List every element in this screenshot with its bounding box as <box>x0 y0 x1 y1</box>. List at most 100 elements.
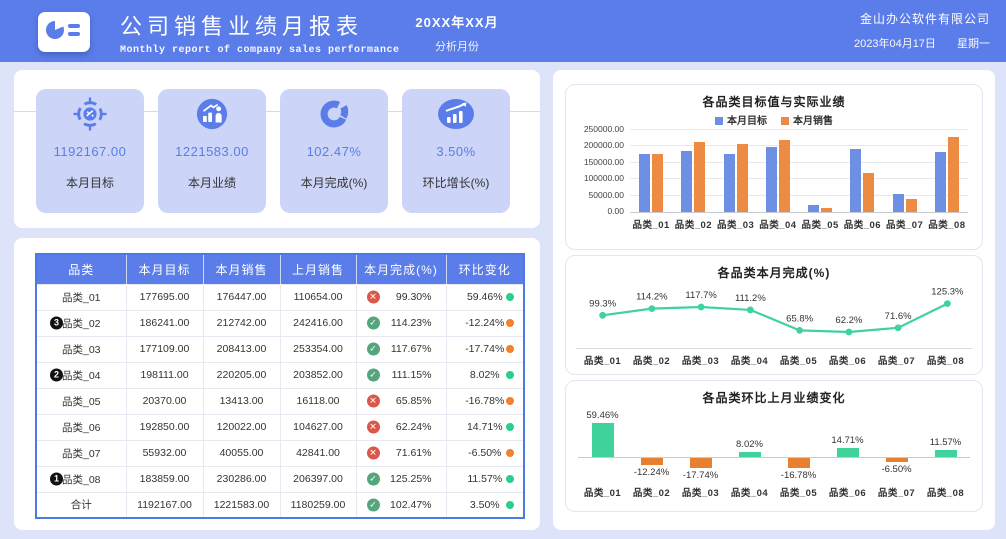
last-month-cell: 242416.00 <box>280 310 356 336</box>
bar-本月销售 <box>863 173 874 212</box>
mom-change-cell: -17.74% <box>446 336 524 362</box>
bar-value-label: 59.46% <box>586 410 618 421</box>
table-header-row: 品类本月目标本月销售上月销售本月完成(%)环比变化 <box>36 254 524 284</box>
legend-item-sales: 本月销售 <box>781 112 833 127</box>
dot-up-icon <box>506 501 514 509</box>
completion-cell: ✕99.30% <box>356 284 446 310</box>
medal-rank-icon: 2 <box>50 369 63 382</box>
positive-bar <box>935 450 957 457</box>
x-axis-label: 品类_05 <box>774 485 823 499</box>
x-axis-label: 品类_07 <box>872 485 921 499</box>
company-block: 金山办公软件有限公司 2023年04月17日 星期一 <box>836 10 990 51</box>
target-cell: 186241.00 <box>126 310 203 336</box>
completion-cell: ✓125.25% <box>356 466 446 492</box>
y-axis-tick-label: 0.00 <box>607 206 624 216</box>
donut-chart-icon <box>280 96 388 132</box>
mom-bar-column: -16.78%品类_05 <box>774 405 823 501</box>
kpi-card-2: 1221583.00本月业绩 <box>158 89 266 213</box>
completion-cell: ✕62.24% <box>356 414 446 440</box>
table-total-row: 合计1192167.001221583.001180259.00✓102.47%… <box>36 492 524 518</box>
sales-cell: 220205.00 <box>203 362 280 388</box>
x-axis-label: 品类_01 <box>630 217 672 231</box>
chart3-plot-area: 59.46%品类_01-12.24%品类_02-17.74%品类_038.02%… <box>578 405 970 501</box>
check-circle-icon: ✓ <box>367 369 380 382</box>
x-axis-label: 品类_04 <box>725 485 774 499</box>
mom-change-cell: 3.50% <box>446 492 524 518</box>
data-point-marker <box>599 312 606 319</box>
charts-panel: 各品类目标值与实际业绩 本月目标 本月销售 0.0050000.00100000… <box>553 70 995 530</box>
data-point-marker <box>944 300 951 307</box>
table-row: 品类_0755932.0040055.0042841.00✕71.61%-6.5… <box>36 440 524 466</box>
target-cell: 192850.00 <box>126 414 203 440</box>
header-bar: 公司销售业绩月报表 Monthly report of company sale… <box>0 0 1006 62</box>
mom-change-cell: 11.57% <box>446 466 524 492</box>
bar-本月销售 <box>779 140 790 212</box>
chart-mom-change: 各品类环比上月业绩变化 59.46%品类_01-12.24%品类_02-17.7… <box>565 380 983 512</box>
category-name: 品类_01 <box>62 292 101 304</box>
category-cell: 品类_01 <box>36 284 126 310</box>
y-axis-tick-label: 50000.00 <box>589 190 624 200</box>
bar-本月销售 <box>652 154 663 212</box>
negative-bar <box>886 458 908 462</box>
mom-value: 11.57% <box>467 473 502 485</box>
kpi-panel: 1192167.00 本月目标 1221583.00本月业绩102.47%本月完成(… <box>14 70 540 228</box>
column-header: 本月完成(%) <box>356 254 446 284</box>
table-panel: 品类本月目标本月销售上月销售本月完成(%)环比变化 品类_01 177695.00… <box>14 238 540 530</box>
chart-target-vs-actual: 各品类目标值与实际业绩 本月目标 本月销售 0.0050000.00100000… <box>565 84 983 250</box>
kpi-value: 1192167.00 <box>36 144 144 159</box>
last-month-cell: 253354.00 <box>280 336 356 362</box>
kpi-card-1: 1192167.00 本月目标 <box>36 89 144 213</box>
sales-cell: 212742.00 <box>203 310 280 336</box>
x-axis-label: 品类_06 <box>823 485 872 499</box>
x-axis-label: 品类_04 <box>725 353 774 367</box>
check-circle-icon: ✓ <box>367 343 380 356</box>
category-cell: 品类_05 <box>36 388 126 414</box>
bar-本月目标 <box>808 205 819 212</box>
category-name: 品类_05 <box>62 396 101 408</box>
data-point-label: 62.2% <box>835 315 862 326</box>
target-icon <box>36 96 144 132</box>
mom-value: -12.24% <box>465 317 504 329</box>
mom-bar-column: 11.57%品类_08 <box>921 405 970 501</box>
table-row: 3品类_02186241.00212742.00242416.00✓114.23… <box>36 310 524 336</box>
data-point-label: 117.7% <box>685 290 717 301</box>
sales-table: 品类本月目标本月销售上月销售本月完成(%)环比变化 品类_01 177695.00… <box>35 253 525 519</box>
target-cell: 177695.00 <box>126 284 203 310</box>
bar-本月目标 <box>935 152 946 212</box>
data-point-label: 125.3% <box>931 287 964 298</box>
kpi-label: 本月目标 <box>36 174 144 191</box>
table-row: 品类_01177695.00176447.00110654.00✕99.30%5… <box>36 284 524 310</box>
bar-group <box>757 131 799 212</box>
x-circle-icon: ✕ <box>367 447 380 460</box>
weekday-value: 星期一 <box>957 38 990 50</box>
bar-本月销售 <box>694 142 705 212</box>
data-point-label: 71.6% <box>885 311 912 322</box>
kpi-value: 102.47% <box>280 144 388 159</box>
sales-cell: 13413.00 <box>203 388 280 414</box>
category-name: 合计 <box>71 499 92 511</box>
mom-value: 59.46% <box>467 291 503 303</box>
header-titles: 公司销售业绩月报表 Monthly report of company sale… <box>120 9 400 56</box>
kpi-card-3: 102.47%本月完成(%) <box>280 89 388 213</box>
bar-group <box>884 131 926 212</box>
bar-本月目标 <box>639 154 650 212</box>
data-point-marker <box>698 304 705 311</box>
x-axis-label: 品类_05 <box>799 217 841 231</box>
bar-group <box>841 131 883 212</box>
y-axis-tick-label: 250000.00 <box>584 124 624 134</box>
mom-change-cell: 14.71% <box>446 414 524 440</box>
last-month-cell: 104627.00 <box>280 414 356 440</box>
column-header: 上月销售 <box>280 254 356 284</box>
medal-rank-icon: 1 <box>50 473 63 486</box>
bar-本月目标 <box>681 151 692 212</box>
target-cell: 198111.00 <box>126 362 203 388</box>
bar-value-label: -17.74% <box>683 470 718 481</box>
target-cell: 20370.00 <box>126 388 203 414</box>
x-axis-label: 品类_03 <box>676 353 725 367</box>
last-month-cell: 16118.00 <box>280 388 356 414</box>
completion-cell: ✓117.67% <box>356 336 446 362</box>
sales-cell: 40055.00 <box>203 440 280 466</box>
kpi-card-4: 3.50%环比增长(%) <box>402 89 510 213</box>
data-point-label: 65.8% <box>786 313 813 324</box>
dot-up-icon <box>506 423 514 431</box>
